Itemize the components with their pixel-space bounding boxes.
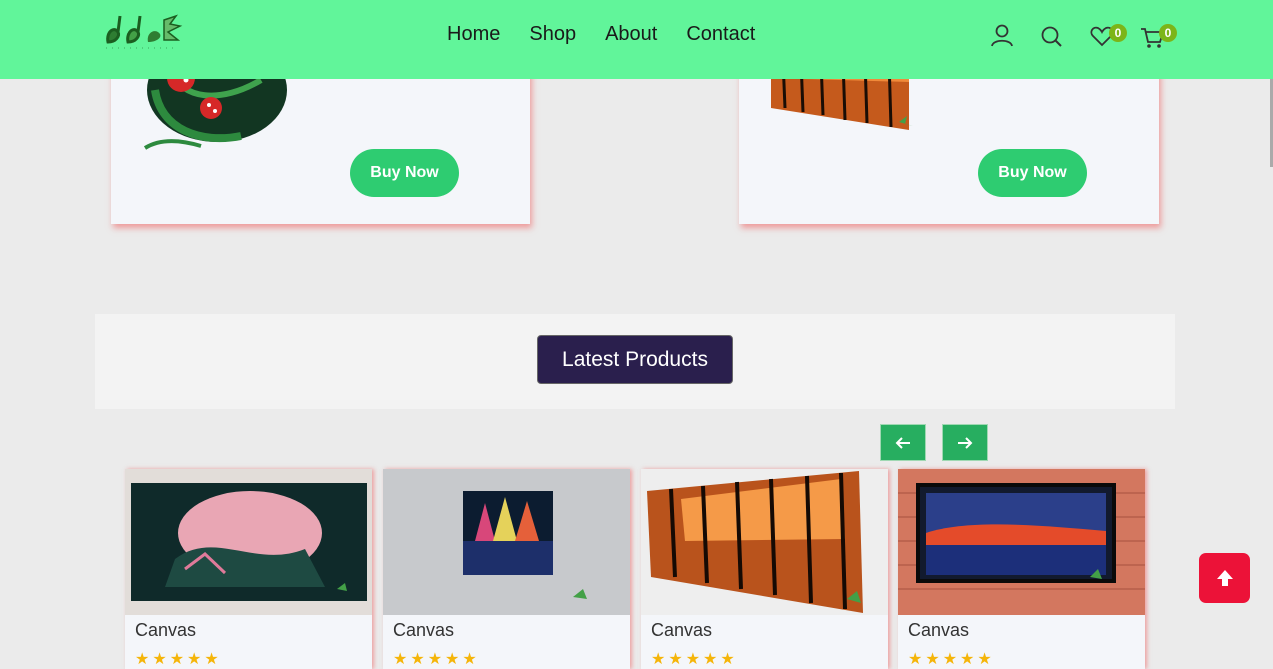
buy-now-button[interactable]: Buy Now xyxy=(978,149,1087,197)
product-name[interactable]: Canvas xyxy=(908,620,969,641)
brand-logo[interactable] xyxy=(104,10,184,54)
carousel-prev-button[interactable] xyxy=(880,424,926,461)
arrow-right-icon xyxy=(958,436,973,449)
carousel-next-button[interactable] xyxy=(942,424,988,461)
product-name[interactable]: Canvas xyxy=(135,620,196,641)
wishlist-count-badge: 0 xyxy=(1109,24,1127,42)
product-name[interactable]: Canvas xyxy=(651,620,712,641)
product-name[interactable]: Canvas xyxy=(393,620,454,641)
section-title: Latest Products xyxy=(537,335,733,384)
arrow-left-icon xyxy=(895,436,910,449)
nav-shop[interactable]: Shop xyxy=(529,22,576,46)
product-card[interactable]: Canvas ★★★★★ xyxy=(898,469,1145,669)
product-image-moon[interactable] xyxy=(125,469,372,615)
user-icon[interactable] xyxy=(988,20,1018,52)
arrow-up-icon xyxy=(1216,570,1233,586)
featured-card: Buy Now xyxy=(111,60,530,224)
product-rating: ★★★★★ xyxy=(393,651,480,668)
product-card[interactable]: Canvas ★★★★★ xyxy=(383,469,630,669)
buy-now-button[interactable]: Buy Now xyxy=(350,149,459,197)
nav-contact[interactable]: Contact xyxy=(686,22,755,46)
header-icons: 0 0 xyxy=(988,20,1188,52)
nav-home[interactable]: Home xyxy=(447,22,500,46)
cart-count-badge: 0 xyxy=(1159,24,1177,42)
cart-button[interactable]: 0 xyxy=(1138,20,1184,52)
product-image-forest[interactable] xyxy=(641,469,888,615)
product-card[interactable]: Canvas ★★★★★ xyxy=(641,469,888,669)
product-image-lake[interactable] xyxy=(898,469,1145,615)
product-image-trees[interactable] xyxy=(383,469,630,615)
main-nav: Home Shop About Contact xyxy=(447,22,755,46)
wishlist-button[interactable]: 0 xyxy=(1088,20,1134,52)
site-header: Home Shop About Contact 0 0 xyxy=(0,0,1273,79)
product-rating: ★★★★★ xyxy=(135,651,222,668)
product-card[interactable]: Canvas ★★★★★ xyxy=(125,469,372,669)
featured-card: Buy Now xyxy=(739,60,1159,224)
product-rating: ★★★★★ xyxy=(651,651,738,668)
nav-about[interactable]: About xyxy=(605,22,657,46)
scroll-to-top-button[interactable] xyxy=(1199,553,1250,603)
product-rating: ★★★★★ xyxy=(908,651,995,668)
search-icon[interactable] xyxy=(1038,20,1068,52)
